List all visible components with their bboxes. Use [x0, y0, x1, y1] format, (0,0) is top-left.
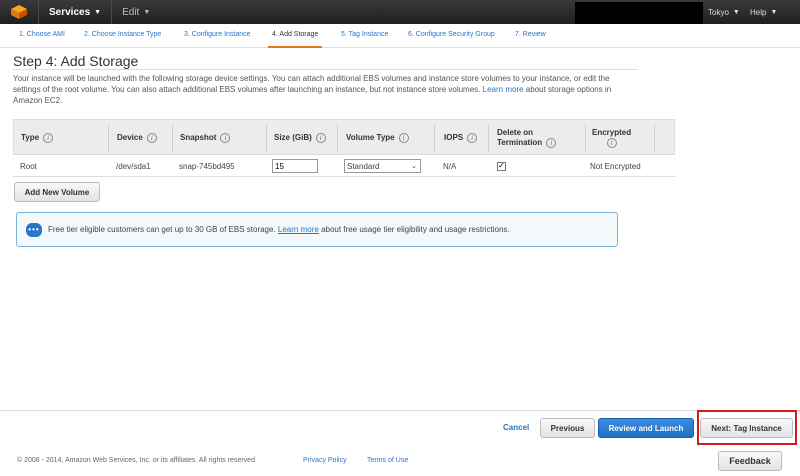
- chevron-down-icon: ▼: [732, 8, 740, 16]
- column-separator: [585, 124, 586, 152]
- info-icon[interactable]: i: [467, 133, 478, 143]
- info-icon[interactable]: i: [43, 133, 54, 143]
- review-and-launch-button[interactable]: Review and Launch: [598, 418, 694, 438]
- copyright-text: © 2008 - 2014, Amazon Web Services, Inc.…: [17, 457, 257, 464]
- header-type: Type i: [21, 120, 54, 156]
- column-separator: [654, 124, 655, 152]
- cell-iops: N/A: [443, 161, 457, 171]
- header-device-label: Device: [117, 133, 143, 142]
- info-icon[interactable]: i: [606, 137, 617, 148]
- redacted-account-area: [575, 2, 703, 24]
- column-separator: [337, 124, 338, 152]
- terms-of-use-link[interactable]: Terms of Use: [367, 457, 408, 464]
- help-label: Help: [750, 7, 767, 17]
- tab-add-storage[interactable]: 4. Add Storage: [268, 31, 323, 48]
- tab-choose-instance-type[interactable]: 2. Choose Instance Type: [84, 31, 161, 48]
- table-header: Type i Device i Snapshot i Size (GiB) i Volu…: [13, 119, 675, 155]
- header-delete-on-termination: Delete on Termination i: [497, 120, 557, 156]
- tab-review[interactable]: 7. Review: [515, 31, 546, 48]
- size-input[interactable]: [272, 159, 318, 173]
- header-volume-type: Volume Type i: [346, 120, 409, 156]
- header-size-label: Size (GiB): [274, 133, 312, 142]
- cell-delete-on-termination: ✓: [497, 155, 506, 177]
- region-label: Tokyo: [708, 7, 729, 17]
- notice-learn-more-link[interactable]: Learn more: [278, 225, 319, 234]
- header-size: Size (GiB) i: [274, 120, 326, 156]
- volume-type-select[interactable]: Standard ⌄: [344, 159, 421, 173]
- wizard-tabs: 1. Choose AMI 2. Choose Instance Type 3.…: [0, 24, 800, 48]
- chat-bubble-icon: •••: [26, 222, 42, 237]
- help-menu[interactable]: Help ▼: [750, 0, 777, 24]
- column-separator: [266, 124, 267, 152]
- column-separator: [488, 124, 489, 152]
- chevron-down-icon: ▼: [94, 8, 102, 16]
- volume-type-value: Standard: [347, 161, 380, 171]
- cell-snapshot: snap-745bd495: [179, 161, 235, 171]
- page-description: Your instance will be launched with the …: [13, 73, 628, 106]
- free-tier-notice: ••• Free tier eligible customers can get…: [16, 212, 618, 247]
- info-icon[interactable]: i: [146, 133, 157, 143]
- tab-configure-instance[interactable]: 3. Configure Instance: [184, 31, 251, 48]
- column-separator: [172, 124, 173, 152]
- feedback-button[interactable]: Feedback: [718, 451, 782, 471]
- previous-button[interactable]: Previous: [540, 418, 595, 438]
- header-encrypted: Encrypted i: [592, 120, 631, 156]
- cell-type: Root: [20, 161, 37, 171]
- highlight-box: [697, 410, 797, 445]
- header-snapshot: Snapshot i: [180, 120, 231, 156]
- tab-tag-instance[interactable]: 5. Tag Instance: [341, 31, 388, 48]
- chevron-down-icon: ▼: [770, 8, 778, 16]
- services-label: Services: [49, 6, 91, 18]
- column-separator: [108, 124, 109, 152]
- header-volume-type-label: Volume Type: [346, 133, 395, 142]
- column-separator: [434, 124, 435, 152]
- cell-device: /dev/sda1: [116, 161, 151, 171]
- info-icon[interactable]: i: [546, 137, 557, 148]
- tab-choose-ami[interactable]: 1. Choose AMI: [19, 31, 65, 48]
- services-menu[interactable]: Services ▼: [39, 0, 111, 24]
- tab-configure-security-group[interactable]: 6. Configure Security Group: [408, 31, 495, 48]
- add-new-volume-button[interactable]: Add New Volume: [14, 182, 100, 202]
- notice-text: Free tier eligible customers can get up …: [48, 225, 510, 234]
- region-menu[interactable]: Tokyo ▼: [708, 0, 740, 24]
- chevron-down-icon: ▼: [143, 8, 151, 16]
- header-device: Device i: [117, 120, 157, 156]
- info-icon[interactable]: i: [398, 133, 409, 143]
- notice-text-after: about free usage tier eligibility and us…: [321, 225, 510, 234]
- cell-size: [272, 155, 318, 177]
- header-type-label: Type: [21, 133, 40, 142]
- header-iops: IOPS i: [444, 120, 478, 156]
- notice-text-before: Free tier eligible customers can get up …: [48, 225, 276, 234]
- page-title: Step 4: Add Storage: [13, 53, 139, 69]
- table-row: Root /dev/sda1 snap-745bd495 Standard ⌄ …: [13, 155, 675, 177]
- title-divider: [13, 69, 638, 70]
- edit-label: Edit: [122, 6, 140, 18]
- delete-on-termination-checkbox[interactable]: ✓: [497, 161, 506, 171]
- cell-encrypted: Not Encrypted: [590, 161, 641, 171]
- cell-volume-type: Standard ⌄: [344, 155, 421, 177]
- header-snapshot-label: Snapshot: [180, 133, 217, 142]
- header-encrypted-label: Encrypted: [592, 127, 632, 137]
- header-delete-line1: Delete on: [497, 127, 534, 137]
- learn-more-link[interactable]: Learn more: [483, 85, 524, 94]
- cancel-link[interactable]: Cancel: [503, 423, 529, 432]
- header-iops-label: IOPS: [444, 133, 464, 142]
- aws-logo-icon[interactable]: [8, 3, 30, 21]
- info-icon[interactable]: i: [315, 133, 326, 143]
- footer-divider: [0, 410, 800, 411]
- chevron-down-icon: ⌄: [411, 163, 417, 170]
- header-delete-line2: Termination: [497, 138, 543, 148]
- info-icon[interactable]: i: [220, 133, 231, 143]
- privacy-policy-link[interactable]: Privacy Policy: [303, 457, 347, 464]
- storage-table: Type i Device i Snapshot i Size (GiB) i Volu…: [13, 119, 675, 177]
- edit-menu[interactable]: Edit ▼: [112, 0, 160, 24]
